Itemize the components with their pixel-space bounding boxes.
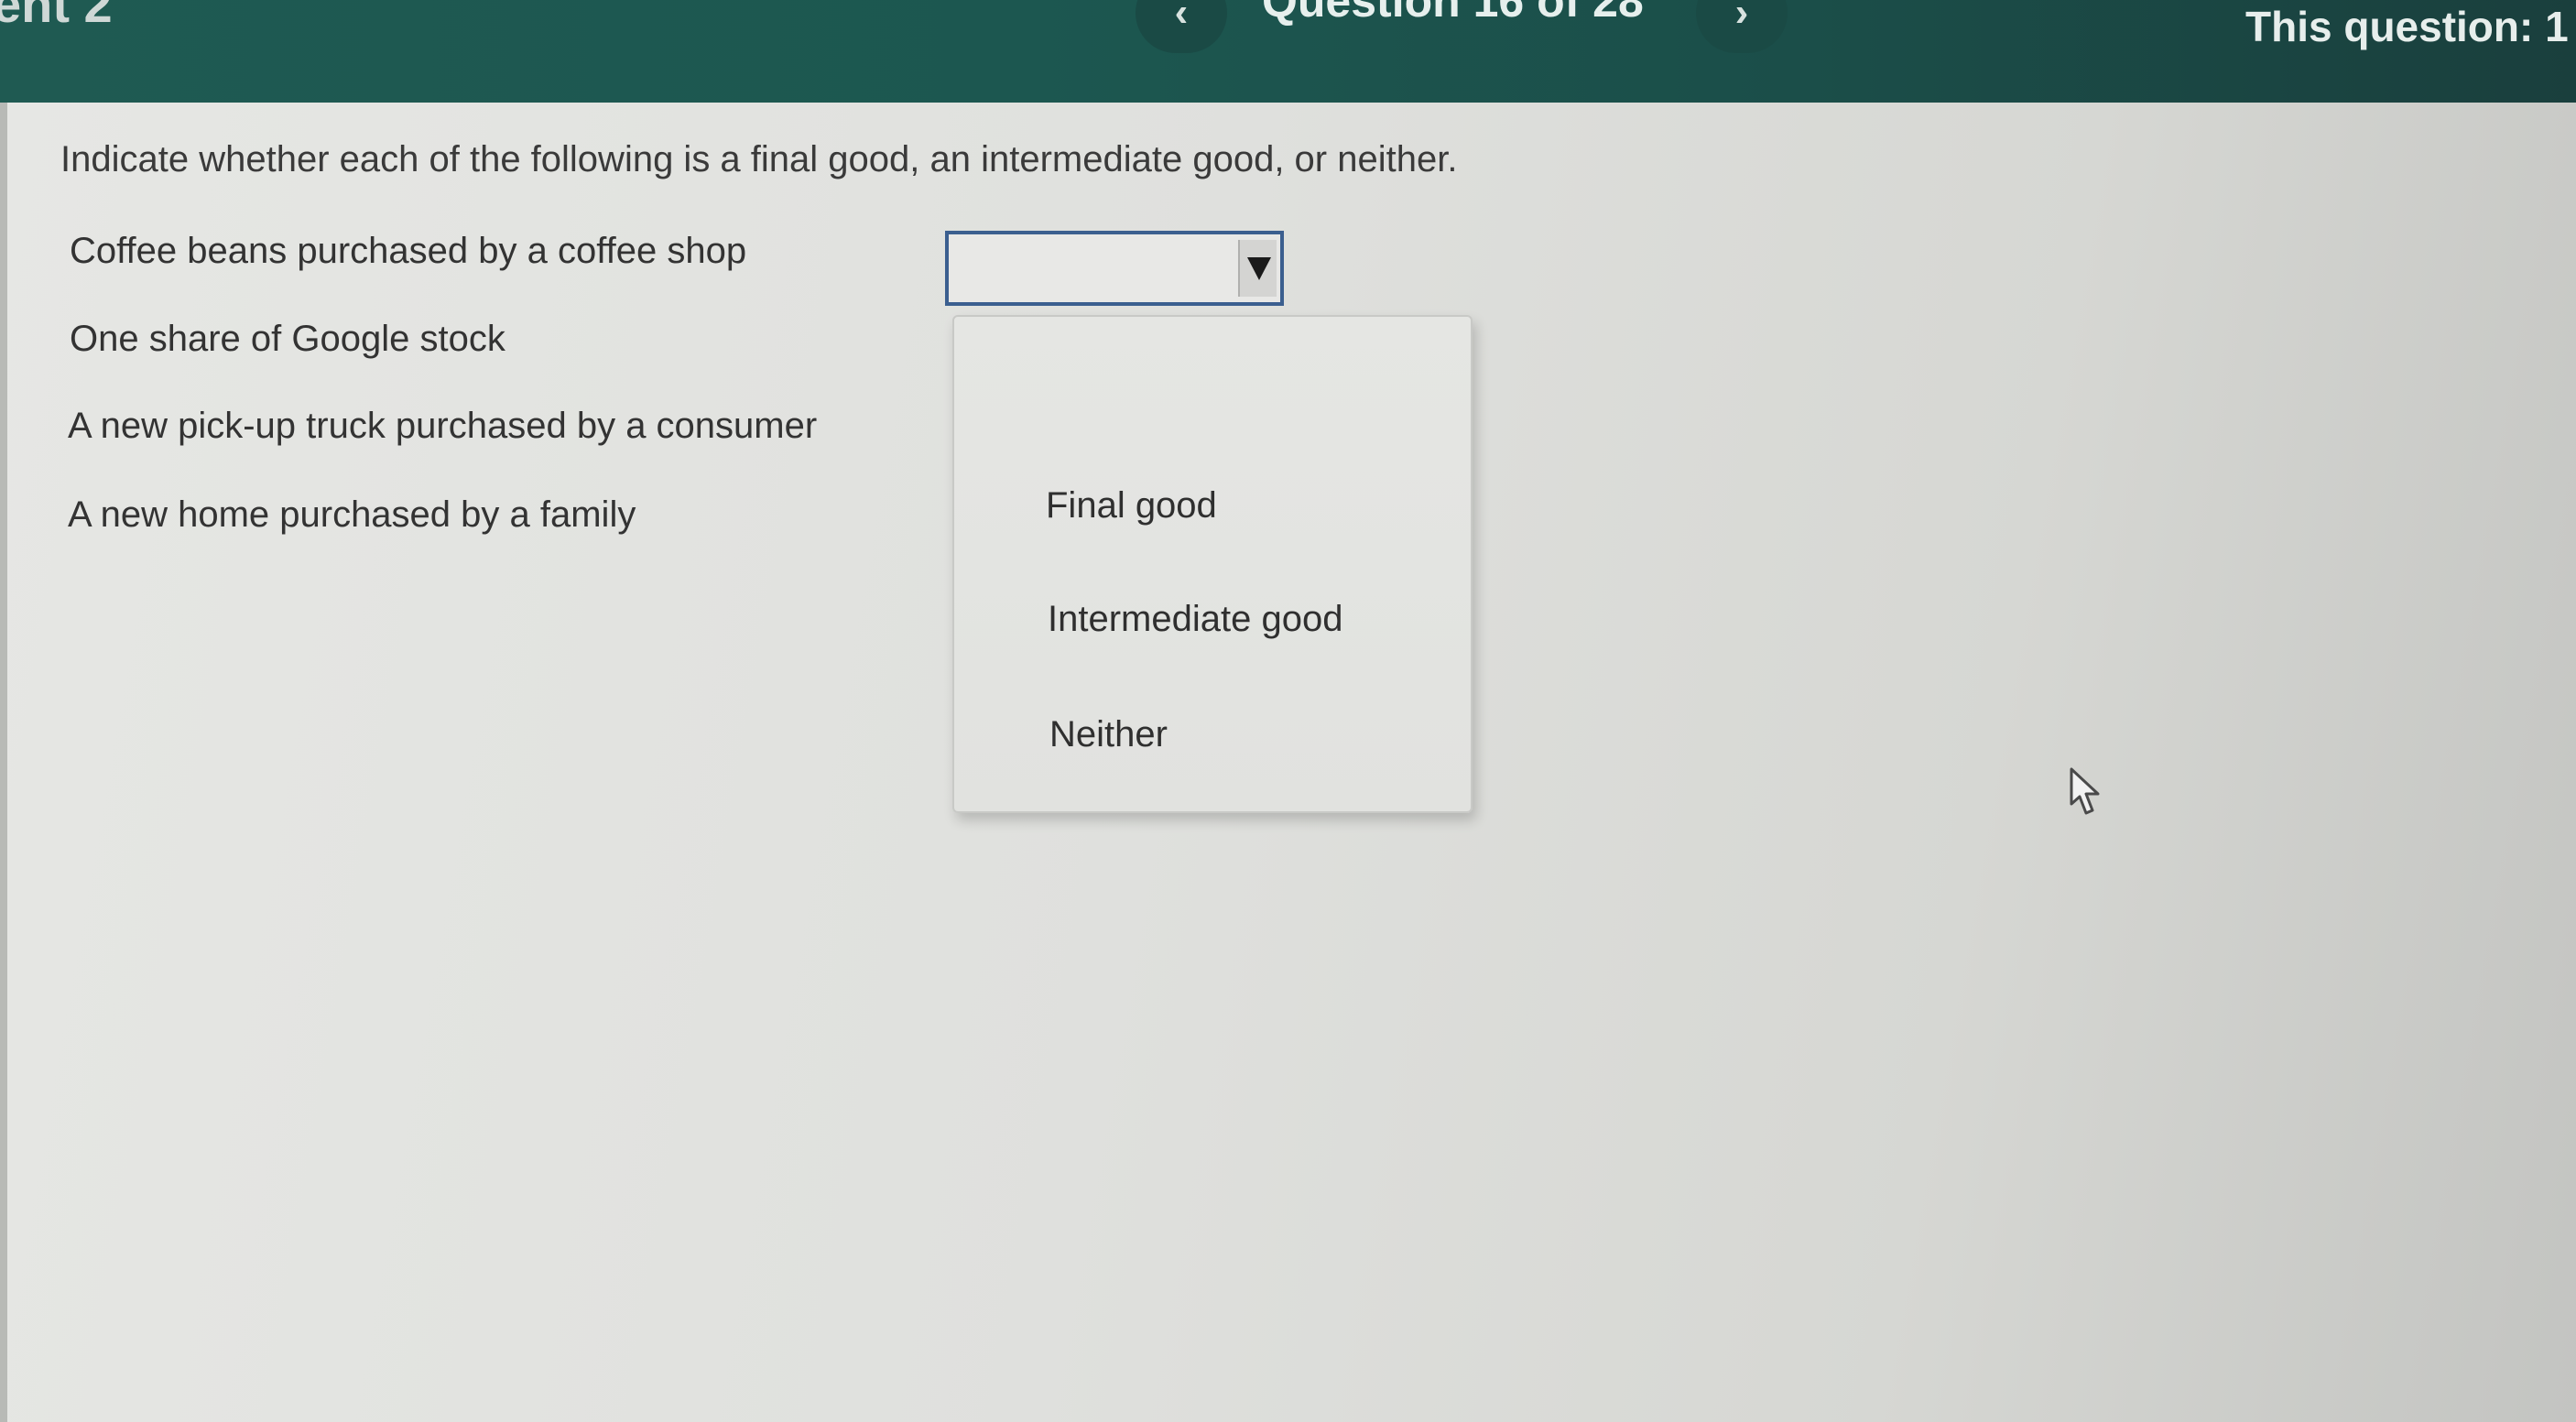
assignment-title: ent 2 <box>0 0 113 33</box>
mouse-pointer-icon <box>2070 767 2100 815</box>
previous-question-button[interactable]: ‹ <box>1136 0 1227 53</box>
answer-select-coffee-beans[interactable] <box>945 231 1284 306</box>
next-question-button[interactable]: › <box>1696 0 1788 53</box>
question-counter: Question 16 of 28 <box>1262 0 1644 27</box>
triangle-down-icon <box>1247 257 1271 280</box>
chevron-right-icon: › <box>1734 0 1749 35</box>
item-label-new-home: A new home purchased by a family <box>68 494 636 535</box>
question-content: Indicate whether each of the following i… <box>0 103 2576 1422</box>
dropdown-option-intermediate-good[interactable]: Intermediate good <box>1048 599 1342 640</box>
question-instruction: Indicate whether each of the following i… <box>60 139 1458 179</box>
item-label-pickup-truck: A new pick-up truck purchased by a consu… <box>68 406 818 446</box>
dropdown-option-final-good[interactable]: Final good <box>1046 485 1217 526</box>
question-score-label: This question: 1 p <box>2245 3 2576 50</box>
dropdown-toggle-button[interactable] <box>1238 240 1277 297</box>
left-border <box>0 103 7 1422</box>
item-label-google-stock: One share of Google stock <box>70 319 505 359</box>
answer-dropdown-menu: Final good Intermediate good Neither <box>952 315 1473 813</box>
dropdown-option-neither[interactable]: Neither <box>1049 714 1168 755</box>
top-navigation-bar: ent 2 ‹ Question 16 of 28 › This questio… <box>0 0 2576 103</box>
item-label-coffee-beans: Coffee beans purchased by a coffee shop <box>70 231 747 271</box>
chevron-left-icon: ‹ <box>1174 0 1189 35</box>
